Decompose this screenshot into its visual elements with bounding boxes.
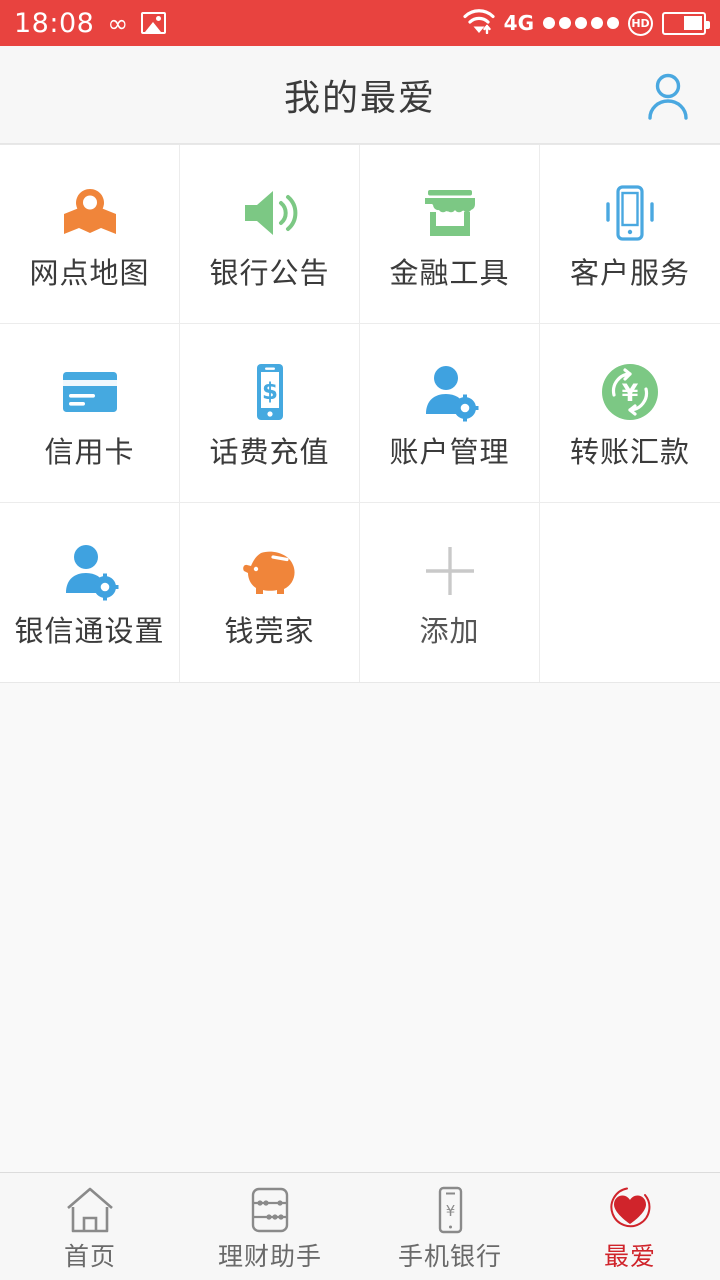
page-title: 我的最爱 [283, 77, 436, 119]
status-bar-clock: 18:08 [14, 7, 95, 39]
grid-item-label: 钱莞家 [224, 614, 315, 648]
map-pin-icon [58, 181, 122, 245]
grid-item-label: 转账汇款 [569, 434, 690, 469]
signal-strength-dots [543, 17, 619, 29]
transfer-yuan-icon: ¥ [598, 360, 662, 424]
piggy-bank-icon [238, 539, 302, 603]
status-bar: 18:08 ∞ 4G HD [0, 0, 720, 46]
grid-item-account-management[interactable]: 账户管理 [360, 324, 540, 503]
tab-mobile-banking[interactable]: ¥ 手机银行 [360, 1173, 540, 1280]
wifi-icon [463, 8, 495, 38]
grid-item-phone-recharge[interactable]: $ 话费充值 [180, 324, 360, 503]
grid-item-empty [540, 503, 720, 682]
grid-item-label: 添加 [419, 614, 480, 648]
svg-text:¥: ¥ [446, 1202, 456, 1220]
speaker-icon [238, 181, 302, 245]
user-gear-icon [58, 539, 122, 603]
store-icon [418, 181, 482, 245]
status-bar-right: 4G HD [463, 8, 710, 38]
tab-home[interactable]: 首页 [0, 1173, 180, 1280]
grid-item-label: 账户管理 [389, 434, 510, 469]
grid-item-transfer[interactable]: ¥ 转账汇款 [540, 324, 720, 503]
grid-item-label: 金融工具 [389, 255, 510, 290]
grid-item-label: 信用卡 [44, 434, 135, 469]
bottom-navigation: 首页 理财助手 ¥ 手机银行 最爱 [0, 1172, 720, 1280]
network-type-label: 4G [503, 11, 534, 35]
tab-finance-assistant[interactable]: 理财助手 [180, 1173, 360, 1280]
user-avatar-icon[interactable] [642, 69, 694, 121]
user-gear-icon [418, 360, 482, 424]
vibrating-phone-icon [598, 181, 662, 245]
grid-item-label: 客户服务 [569, 255, 690, 290]
heart-icon [605, 1185, 655, 1235]
credit-card-icon [58, 360, 122, 424]
grid-item-label: 话费充值 [209, 434, 330, 469]
svg-text:¥: ¥ [622, 379, 639, 407]
grid-item-branch-map[interactable]: 网点地图 [0, 145, 180, 324]
grid-item-credit-card[interactable]: 信用卡 [0, 324, 180, 503]
content-filler [0, 683, 720, 1172]
home-icon [65, 1185, 115, 1235]
tab-favorites[interactable]: 最爱 [540, 1173, 720, 1280]
image-icon [141, 12, 167, 34]
page-header: 我的最爱 [0, 46, 720, 144]
tab-label: 首页 [63, 1241, 116, 1271]
grid-item-sms-banking-settings[interactable]: 银信通设置 [0, 503, 180, 682]
phone-yuan-icon: ¥ [425, 1185, 475, 1235]
tab-label: 理财助手 [217, 1241, 322, 1271]
grid-item-bank-announcement[interactable]: 银行公告 [180, 145, 360, 324]
plus-icon [418, 539, 482, 603]
tab-label: 最爱 [603, 1241, 656, 1271]
grid-item-label: 银行公告 [209, 255, 330, 290]
grid-item-label: 网点地图 [29, 255, 150, 290]
tab-label: 手机银行 [397, 1241, 502, 1271]
grid-item-label: 银信通设置 [14, 614, 165, 648]
svg-text:$: $ [261, 379, 277, 405]
grid-item-money-manager[interactable]: 钱莞家 [180, 503, 360, 682]
favorites-grid: 网点地图 银行公告 金融工具 客户服务 信用卡 $ 话费充值 账户管理 ¥ 转账… [0, 144, 720, 683]
battery-icon [662, 11, 710, 35]
hd-icon: HD [628, 10, 653, 36]
grid-item-financial-tools[interactable]: 金融工具 [360, 145, 540, 324]
app-screen: 18:08 ∞ 4G HD 我的最爱 网点地图 银行公告 金融工具 客户服务 信… [0, 0, 720, 1280]
abacus-icon [245, 1185, 295, 1235]
status-bar-left: 18:08 ∞ [14, 7, 167, 39]
grid-item-add[interactable]: 添加 [360, 503, 540, 682]
infinity-icon: ∞ [107, 8, 129, 38]
phone-dollar-icon: $ [238, 360, 302, 424]
grid-item-customer-service[interactable]: 客户服务 [540, 145, 720, 324]
